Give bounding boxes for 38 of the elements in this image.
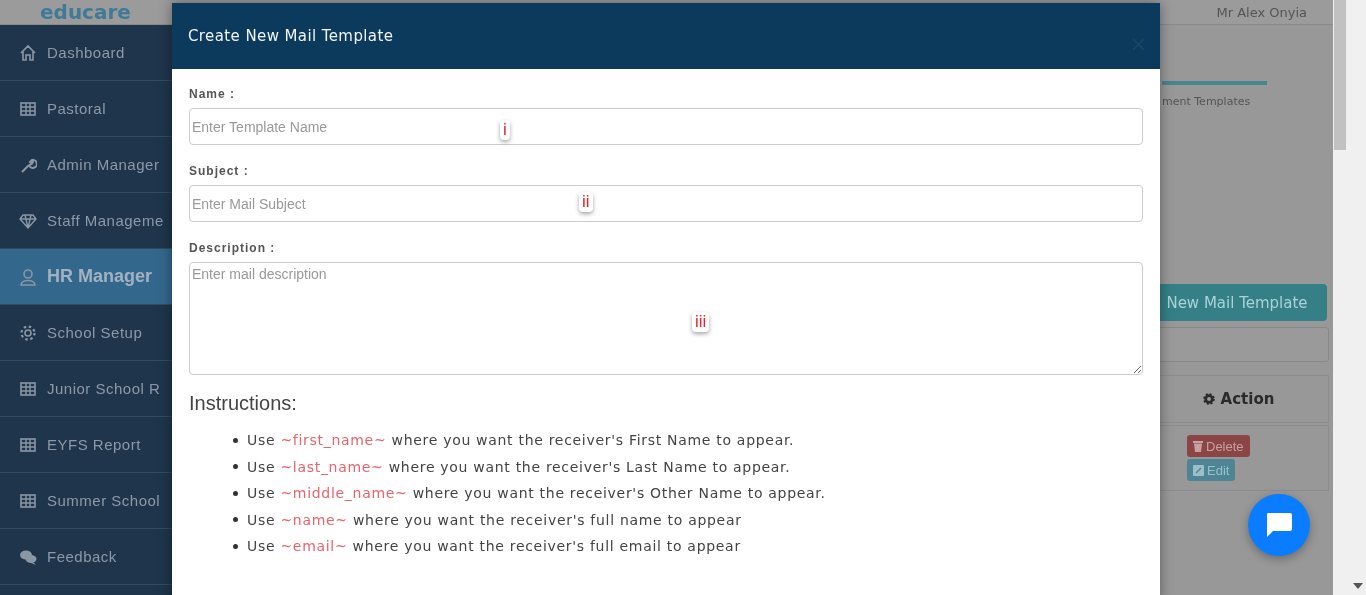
bullet-icon bbox=[233, 490, 238, 496]
instruction-text: Use ~name~ where you want the receiver's full name to appear bbox=[247, 511, 742, 528]
logo-text: educare bbox=[40, 0, 131, 24]
bullet-icon bbox=[233, 464, 238, 470]
field-label: Description : bbox=[189, 241, 277, 255]
instruction-text: Use ~email~ where you want the receiver's full email to appear bbox=[247, 538, 741, 555]
annotation-badge: i bbox=[500, 120, 510, 140]
instruction-text: Use ~middle_name~ where you want the receiver's Other Name to appear. bbox=[247, 485, 826, 502]
bullet-icon bbox=[233, 437, 238, 443]
field-label: Name : bbox=[189, 87, 236, 101]
instruction-text: Use ~first_name~ where you want the receiver's First Name to appear. bbox=[247, 432, 795, 449]
chat-icon bbox=[1264, 511, 1294, 539]
field-label: Subject : bbox=[189, 164, 250, 178]
instructions-heading: Instructions: bbox=[189, 392, 298, 415]
scroll-down-icon[interactable] bbox=[1353, 583, 1363, 589]
home-icon bbox=[19, 43, 37, 62]
annotation-badge: iii bbox=[692, 312, 710, 332]
table-icon bbox=[19, 379, 37, 398]
sidebar-item[interactable]: HR Manager bbox=[0, 249, 172, 305]
table-icon bbox=[19, 491, 37, 510]
table-icon bbox=[19, 99, 37, 118]
gear-icon bbox=[1201, 392, 1216, 406]
scroll-thumb[interactable] bbox=[1334, 0, 1346, 150]
edit-icon bbox=[1193, 464, 1204, 476]
scrollbar[interactable] bbox=[1333, 0, 1366, 595]
person-icon bbox=[19, 267, 37, 286]
user-name[interactable]: Mr Alex Onyia bbox=[1216, 4, 1307, 20]
trash-icon bbox=[1193, 440, 1203, 452]
table-icon bbox=[19, 435, 37, 454]
instruction-text: Use ~last_name~ where you want the receiver's Last Name to appear. bbox=[247, 458, 791, 475]
modal-title: Create New Mail Template bbox=[188, 27, 394, 45]
diamond-icon bbox=[19, 211, 37, 230]
annotation-badge: ii bbox=[579, 192, 593, 212]
bullet-icon bbox=[233, 517, 238, 523]
bullet-icon bbox=[233, 543, 238, 549]
delete-button[interactable]: Delete bbox=[1187, 435, 1250, 457]
tab[interactable]: ment Templates bbox=[1162, 95, 1251, 108]
gear-icon bbox=[19, 323, 37, 342]
